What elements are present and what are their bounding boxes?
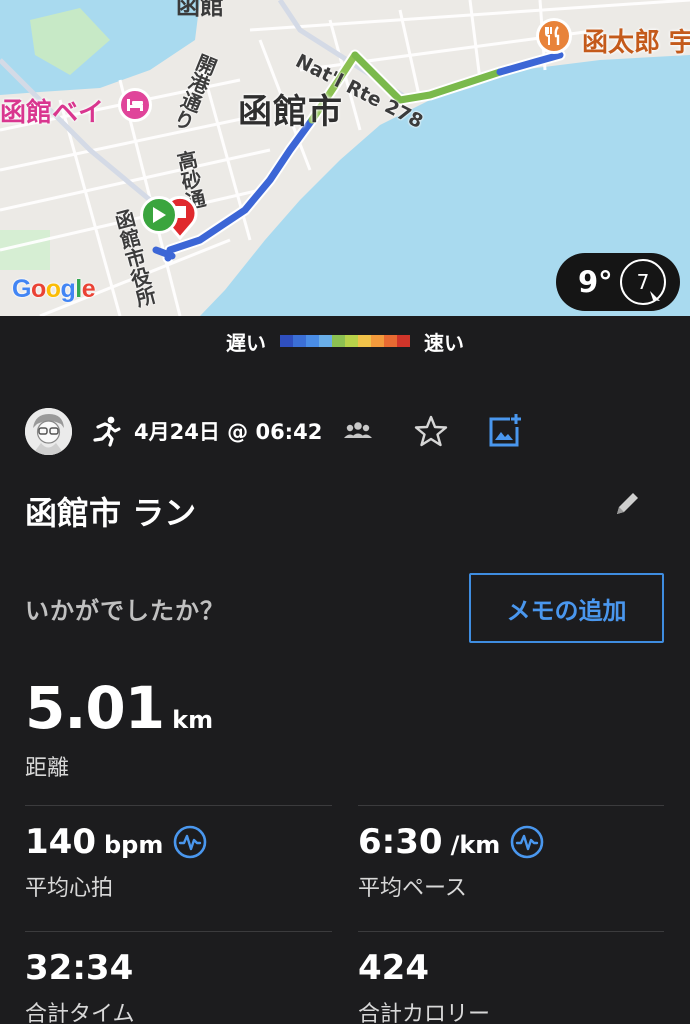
divider — [358, 931, 664, 932]
speed-legend: 遅い 速い — [0, 326, 690, 356]
route-map[interactable]: 函館 函館ベイ 函館市 Nat'l Rte 278 函太郎 宇 開港通り 高砂通… — [0, 0, 690, 316]
group-icon[interactable] — [342, 419, 374, 443]
time-value: 32:34 — [25, 948, 134, 988]
hr-value: 140 — [25, 822, 96, 862]
pace-value: 6:30 — [358, 822, 443, 862]
city-label: 函館市 — [238, 92, 343, 132]
divider — [25, 805, 332, 806]
legend-slow-label: 遅い — [226, 330, 266, 355]
divider — [358, 805, 664, 806]
legend-color-segment — [306, 335, 319, 347]
time-label: 合計タイム — [25, 1002, 135, 1024]
legend-color-segment — [384, 335, 397, 347]
legend-color-segment — [358, 335, 371, 347]
distance-stat: 5.01 km — [25, 674, 213, 742]
map-label-top: 函館 — [176, 0, 224, 20]
avatar[interactable] — [25, 407, 72, 455]
add-memo-button[interactable]: メモの追加 — [469, 573, 664, 643]
add-photo-icon[interactable] — [486, 413, 522, 449]
legend-color-segment — [397, 335, 410, 347]
star-icon[interactable] — [414, 414, 448, 448]
legend-color-segment — [280, 335, 293, 347]
distance-label: 距離 — [25, 756, 70, 781]
google-logo: Google — [12, 275, 96, 303]
distance-unit: km — [172, 706, 214, 734]
restaurant-pin-icon[interactable] — [536, 18, 572, 54]
pace-stat[interactable]: 6:30 /km 平均ペース — [358, 822, 544, 902]
running-icon — [93, 416, 121, 447]
distance-value: 5.01 — [25, 674, 165, 742]
legend-color-segment — [293, 335, 306, 347]
hr-unit: bpm — [103, 831, 164, 859]
activity-title: 函館市 ラン — [25, 494, 197, 532]
feedback-prompt: いかがでしたか？ — [25, 597, 225, 625]
hotel-pin-icon[interactable] — [118, 88, 152, 122]
divider — [25, 931, 332, 932]
calories-stat: 424 合計カロリー — [358, 948, 490, 1024]
pencil-icon[interactable] — [613, 488, 643, 518]
temperature: 9° — [578, 265, 613, 299]
activity-date: 4月24日 @ 06:42 — [134, 420, 323, 444]
activity-header: 4月24日 @ 06:42 — [25, 406, 665, 456]
legend-fast-label: 速い — [424, 330, 464, 355]
legend-color-segment — [371, 335, 384, 347]
heart-rate-icon — [174, 825, 207, 859]
wind-compass-icon: 7 — [620, 259, 666, 305]
pace-chart-icon — [511, 825, 544, 859]
legend-color-segment — [345, 335, 358, 347]
legend-color-segment — [319, 335, 332, 347]
restaurant-label: 函太郎 宇 — [582, 28, 690, 58]
weather-chip: 9° 7 — [556, 253, 680, 311]
bay-label: 函館ベイ — [0, 98, 105, 128]
start-marker-icon — [140, 196, 178, 234]
speed-color-bar — [280, 335, 410, 347]
calories-value: 424 — [358, 948, 429, 988]
title-row: 函館市 ラン — [25, 488, 665, 534]
pace-label: 平均ペース — [358, 876, 467, 901]
calories-label: 合計カロリー — [358, 1002, 491, 1024]
heart-rate-stat[interactable]: 140 bpm 平均心拍 — [25, 822, 207, 902]
total-time-stat: 32:34 合計タイム — [25, 948, 135, 1024]
hr-label: 平均心拍 — [25, 876, 114, 901]
pace-unit: /km — [450, 831, 501, 859]
legend-color-segment — [332, 335, 345, 347]
